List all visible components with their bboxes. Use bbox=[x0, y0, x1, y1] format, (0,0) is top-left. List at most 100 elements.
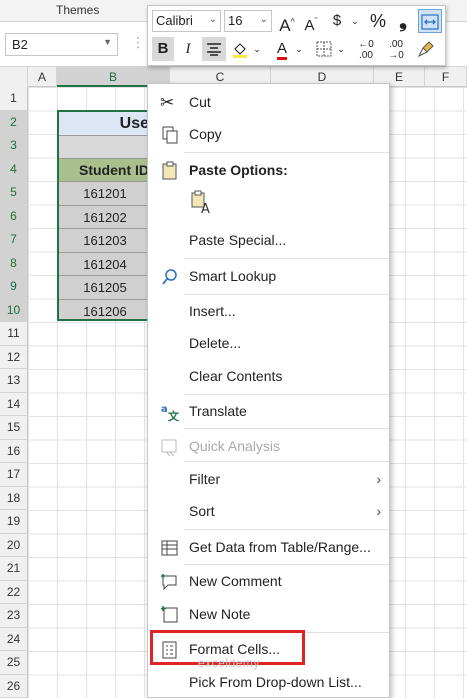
table-cell[interactable]: 161205 bbox=[59, 276, 147, 300]
row-header[interactable]: 20 bbox=[0, 533, 28, 557]
chevron-down-icon[interactable]: ⌄ bbox=[350, 9, 360, 33]
row-header[interactable]: 5 bbox=[0, 181, 28, 205]
menu-item-translate[interactable]: a 文 Translate bbox=[148, 396, 389, 426]
table-title: Use bbox=[59, 112, 147, 136]
menu-item-smart-lookup[interactable]: Smart Lookup bbox=[148, 261, 389, 291]
menu-item-sort[interactable]: Sort › bbox=[148, 496, 389, 526]
row-header[interactable]: 22 bbox=[0, 580, 28, 604]
menu-separator bbox=[184, 394, 389, 395]
row-header[interactable]: 17 bbox=[0, 463, 28, 487]
menu-item-copy[interactable]: Copy bbox=[148, 119, 389, 149]
row-header[interactable]: 3 bbox=[0, 134, 28, 158]
row-header[interactable]: 4 bbox=[0, 157, 28, 181]
font-name-box[interactable]: Calibri ⌄ bbox=[152, 10, 221, 32]
menu-item-label: Filter bbox=[189, 471, 221, 487]
table-cell[interactable]: 161202 bbox=[59, 205, 147, 229]
themes-group-label: Themes bbox=[56, 3, 100, 17]
row-header[interactable]: 16 bbox=[0, 439, 28, 463]
row-header[interactable]: 1 bbox=[0, 87, 28, 111]
menu-item-pick-from-list[interactable]: Pick From Drop-down List... bbox=[148, 667, 389, 697]
menu-item-new-comment[interactable]: New Comment bbox=[148, 566, 389, 596]
chevron-down-icon[interactable]: ⌄ bbox=[260, 14, 268, 25]
borders-button[interactable] bbox=[313, 37, 335, 61]
row-header[interactable]: 18 bbox=[0, 486, 28, 510]
scissors-icon: ✂ bbox=[160, 93, 175, 112]
row-header[interactable]: 26 bbox=[0, 674, 28, 698]
row-header[interactable]: 6 bbox=[0, 204, 28, 228]
currency-button[interactable]: $ bbox=[326, 9, 348, 33]
wrap-text-button[interactable] bbox=[418, 9, 442, 33]
table-cell[interactable]: 161203 bbox=[59, 229, 147, 253]
chevron-down-icon[interactable]: ▼ bbox=[103, 37, 112, 47]
row-header[interactable]: 12 bbox=[0, 345, 28, 369]
copy-icon bbox=[162, 126, 178, 144]
chevron-down-icon[interactable]: ⌄ bbox=[336, 37, 346, 61]
format-painter-button[interactable] bbox=[414, 37, 438, 61]
percent-button[interactable]: % bbox=[366, 9, 390, 33]
row-header[interactable]: 19 bbox=[0, 510, 28, 534]
row-header[interactable]: 7 bbox=[0, 228, 28, 252]
comma-style-button[interactable]: ❟ bbox=[394, 9, 412, 33]
row-header[interactable]: 14 bbox=[0, 392, 28, 416]
center-align-button[interactable] bbox=[202, 37, 226, 61]
menu-item-label: Paste Options: bbox=[189, 162, 288, 178]
row-header[interactable]: 23 bbox=[0, 604, 28, 628]
row-header[interactable]: 15 bbox=[0, 416, 28, 440]
table-header-student-id: Student ID bbox=[59, 159, 147, 182]
decrease-decimal-button[interactable]: .00 →0 bbox=[383, 37, 409, 61]
menu-item-get-data[interactable]: Get Data from Table/Range... bbox=[148, 532, 389, 562]
grow-font-button[interactable]: A^ bbox=[276, 9, 298, 35]
menu-item-clear-contents[interactable]: Clear Contents bbox=[148, 361, 389, 391]
comma-icon: ❟ bbox=[399, 10, 407, 32]
row-header[interactable]: 10 bbox=[0, 298, 28, 322]
format-painter-icon bbox=[417, 41, 434, 58]
chevron-down-icon[interactable]: ⌄ bbox=[294, 37, 304, 61]
increase-decimal-button[interactable]: ←0.00 bbox=[353, 37, 379, 61]
menu-separator bbox=[184, 258, 389, 259]
chevron-down-icon[interactable]: ⌄ bbox=[252, 37, 262, 61]
paste-text-only-button[interactable]: A bbox=[188, 189, 216, 217]
currency-icon: $ bbox=[332, 12, 342, 29]
menu-item-cut[interactable]: ✂ Cut bbox=[148, 87, 389, 117]
menu-separator bbox=[184, 152, 389, 153]
menu-item-label: Delete... bbox=[189, 335, 242, 351]
table-blank-row bbox=[59, 136, 147, 159]
svg-text:a: a bbox=[161, 404, 168, 415]
column-header-a[interactable]: A bbox=[28, 67, 57, 87]
row-header[interactable]: 8 bbox=[0, 251, 28, 275]
select-all-corner[interactable] bbox=[0, 67, 28, 87]
menu-item-insert[interactable]: Insert... bbox=[148, 296, 389, 326]
menu-item-paste-special[interactable]: Paste Special... bbox=[148, 225, 389, 255]
fill-color-button[interactable] bbox=[230, 37, 250, 61]
svg-text:A: A bbox=[201, 202, 210, 215]
student-table[interactable]: Use Student ID 161201 161202 161203 1612… bbox=[57, 110, 149, 321]
fill-color-icon bbox=[233, 43, 247, 58]
row-header[interactable]: 13 bbox=[0, 369, 28, 393]
svg-text:文: 文 bbox=[168, 409, 180, 422]
menu-item-filter[interactable]: Filter › bbox=[148, 464, 389, 494]
name-box[interactable]: B2 ▼ bbox=[5, 33, 118, 56]
row-header[interactable]: 25 bbox=[0, 651, 28, 675]
menu-item-new-note[interactable]: New Note bbox=[148, 599, 389, 629]
chevron-down-icon[interactable]: ⌄ bbox=[209, 14, 217, 25]
menu-item-label: Copy bbox=[189, 126, 222, 142]
row-header[interactable]: 24 bbox=[0, 627, 28, 651]
row-header[interactable]: 21 bbox=[0, 557, 28, 581]
menu-separator bbox=[184, 461, 389, 462]
row-header[interactable]: 11 bbox=[0, 322, 28, 346]
bold-button[interactable]: B bbox=[152, 37, 174, 61]
row-header[interactable]: 2 bbox=[0, 110, 28, 134]
table-cell[interactable]: 161204 bbox=[59, 252, 147, 276]
table-cell[interactable]: 161201 bbox=[59, 182, 147, 206]
smart-lookup-icon bbox=[162, 269, 177, 285]
row-header[interactable]: 9 bbox=[0, 275, 28, 299]
table-cell[interactable]: 161206 bbox=[59, 299, 147, 319]
font-color-button[interactable]: A bbox=[272, 37, 292, 61]
menu-item-format-cells[interactable]: Format Cells... bbox=[148, 634, 389, 664]
column-header-f[interactable]: F bbox=[425, 67, 467, 87]
menu-item-delete[interactable]: Delete... bbox=[148, 328, 389, 358]
shrink-font-button[interactable]: Aˇ bbox=[300, 9, 322, 34]
chevron-right-icon: › bbox=[376, 503, 381, 519]
font-size-box[interactable]: 16 ⌄ bbox=[224, 10, 272, 32]
italic-button[interactable]: I bbox=[177, 37, 199, 61]
